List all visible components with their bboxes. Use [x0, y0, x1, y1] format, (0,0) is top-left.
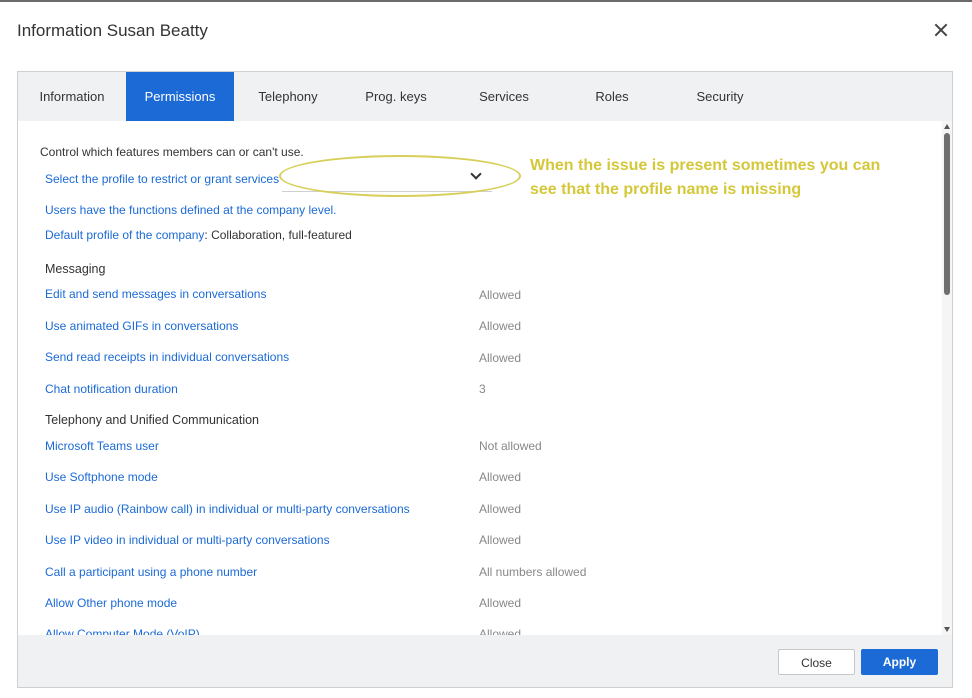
permission-value: Not allowed: [479, 439, 542, 453]
close-button[interactable]: Close: [778, 649, 855, 675]
close-icon[interactable]: [930, 20, 952, 42]
annotation-text: When the issue is present sometimes you …: [530, 157, 881, 198]
tab-security[interactable]: Security: [666, 72, 774, 121]
scrollbar-thumb[interactable]: [944, 133, 950, 295]
tab-permissions[interactable]: Permissions: [126, 72, 234, 121]
apply-button[interactable]: Apply: [861, 649, 938, 675]
section-title-messaging: Messaging: [45, 262, 106, 276]
permission-label[interactable]: Edit and send messages in conversations: [45, 287, 266, 301]
permission-value: Allowed: [479, 470, 522, 484]
permission-label[interactable]: Use Softphone mode: [45, 470, 158, 484]
permission-label[interactable]: Use IP video in individual or multi-part…: [45, 533, 330, 547]
tab-roles[interactable]: Roles: [558, 72, 666, 121]
tab-bar: Information Permissions Telephony Prog. …: [18, 72, 952, 121]
default-profile-value: : Collaboration, full-featured: [204, 228, 352, 242]
company-level-link[interactable]: Users have the functions defined at the …: [45, 203, 337, 217]
dialog-footer: Close Apply: [18, 635, 952, 687]
tab-prog-keys[interactable]: Prog. keys: [342, 72, 450, 121]
tab-services[interactable]: Services: [450, 72, 558, 121]
permission-label[interactable]: Send read receipts in individual convers…: [45, 350, 289, 364]
permission-label[interactable]: Allow Computer Mode (VoIP): [45, 627, 200, 635]
permission-label[interactable]: Microsoft Teams user: [45, 439, 159, 453]
section-title-telephony: Telephony and Unified Communication: [45, 413, 260, 427]
profile-select-label: Select the profile to restrict or grant …: [45, 172, 280, 186]
permission-value: Allowed: [479, 627, 522, 635]
permission-value: Allowed: [479, 533, 522, 547]
scroll-down-arrow-icon[interactable]: [944, 627, 950, 632]
dialog-panel: Information Permissions Telephony Prog. …: [17, 71, 953, 688]
window-top-edge: [0, 0, 972, 2]
annotation-ellipse: [279, 155, 521, 197]
default-profile-label[interactable]: Default profile of the company: [45, 228, 204, 242]
content-scrollbar[interactable]: [942, 121, 952, 635]
permission-value: Allowed: [479, 502, 522, 516]
permission-value: All numbers allowed: [479, 565, 587, 579]
permission-label[interactable]: Allow Other phone mode: [45, 596, 177, 610]
tab-telephony[interactable]: Telephony: [234, 72, 342, 121]
permission-value: Allowed: [479, 288, 522, 302]
permission-value: Allowed: [479, 351, 522, 365]
permission-label[interactable]: Use IP audio (Rainbow call) in individua…: [45, 502, 410, 516]
permission-label[interactable]: Call a participant using a phone number: [45, 565, 257, 579]
tab-information[interactable]: Information: [18, 72, 126, 121]
permission-value: 3: [479, 382, 486, 396]
permission-label[interactable]: Chat notification duration: [45, 382, 178, 396]
dialog-title: Information Susan Beatty: [17, 21, 208, 40]
permission-value: Allowed: [479, 319, 522, 333]
permissions-content: Control which features members can or ca…: [18, 121, 952, 635]
permissions-intro: Control which features members can or ca…: [40, 145, 304, 159]
permission-value: Allowed: [479, 596, 522, 610]
scroll-up-arrow-icon[interactable]: [944, 124, 950, 129]
default-profile-line: Default profile of the company: Collabor…: [45, 228, 352, 242]
permission-label[interactable]: Use animated GIFs in conversations: [45, 319, 238, 333]
